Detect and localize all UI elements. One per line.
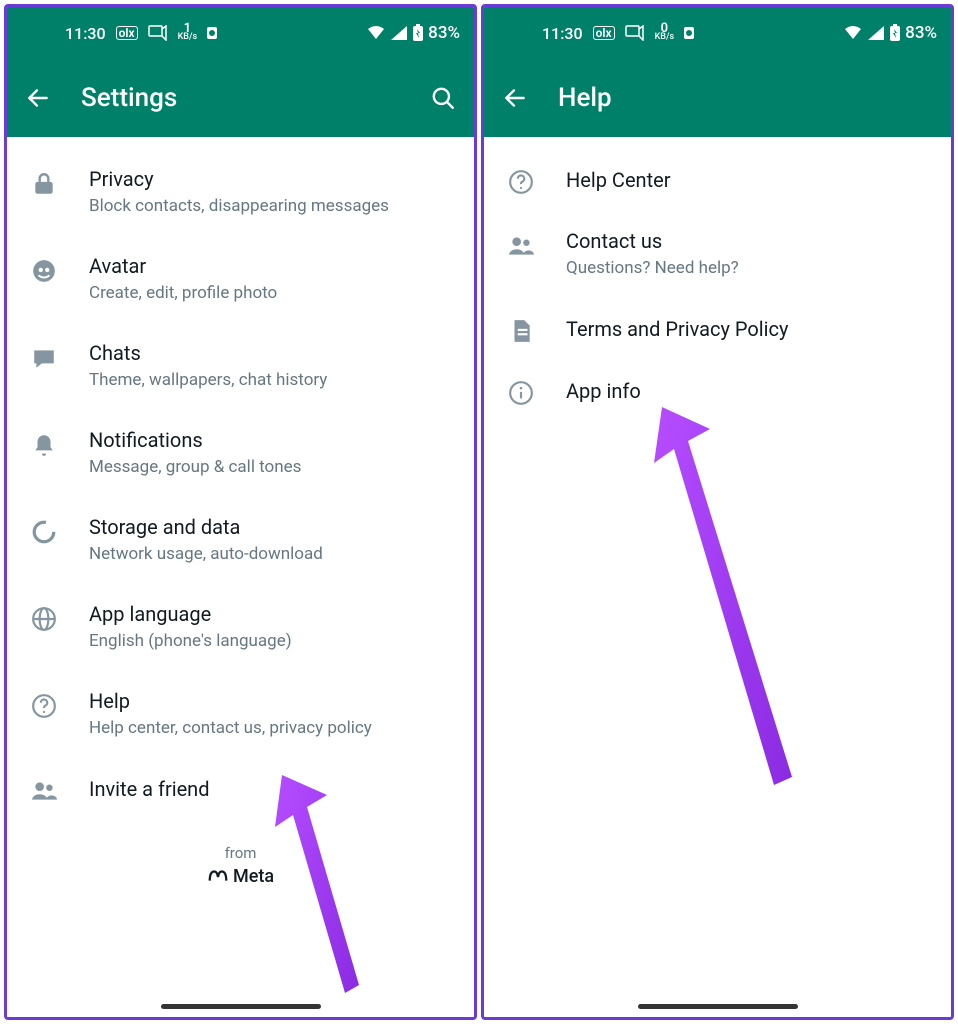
- signal-icon: [867, 25, 885, 41]
- nav-handle[interactable]: [638, 1004, 798, 1009]
- help-item-helpcenter[interactable]: Help Center: [484, 149, 951, 211]
- mirror-icon: [625, 25, 645, 41]
- item-title: Storage and data: [89, 515, 454, 539]
- people-icon: [508, 233, 534, 259]
- item-title: App info: [566, 379, 931, 403]
- battery-icon: [889, 24, 901, 42]
- item-title: App language: [89, 602, 454, 626]
- item-sub: Theme, wallpapers, chat history: [89, 369, 454, 392]
- status-battery: 83%: [428, 23, 460, 43]
- item-sub: English (phone's language): [89, 630, 454, 653]
- data-icon: [31, 519, 57, 545]
- wifi-icon: [366, 25, 386, 41]
- item-title: Contact us: [566, 229, 931, 253]
- help-item-terms[interactable]: Terms and Privacy Policy: [484, 298, 951, 360]
- status-kb: 0 KB/s: [655, 24, 675, 42]
- settings-item-notifications[interactable]: Notifications Message, group & call tone…: [7, 410, 474, 497]
- page-title: Help: [558, 83, 612, 113]
- status-battery: 83%: [905, 23, 937, 43]
- help-list: Help Center Contact us Questions? Need h…: [484, 137, 951, 1017]
- status-bar: 11:30 olx 0 KB/s 83%: [484, 7, 951, 59]
- help-item-appinfo[interactable]: App info: [484, 360, 951, 422]
- meta-branding: Meta: [207, 866, 274, 888]
- status-time: 11:30: [542, 24, 583, 43]
- item-title: Privacy: [89, 167, 454, 191]
- settings-item-avatar[interactable]: Avatar Create, edit, profile photo: [7, 236, 474, 323]
- status-bar: 11:30 olx 1 KB/s 83%: [7, 7, 474, 59]
- item-sub: Message, group & call tones: [89, 456, 454, 479]
- signal-icon: [390, 25, 408, 41]
- phone-help: 11:30 olx 0 KB/s 83%: [481, 4, 954, 1020]
- footer-from: from: [7, 844, 474, 862]
- item-title: Chats: [89, 341, 454, 365]
- doc-icon: [508, 318, 534, 344]
- item-sub: Network usage, auto-download: [89, 543, 454, 566]
- lock-icon: [31, 171, 57, 197]
- appbar-settings: Settings: [7, 59, 474, 137]
- item-sub: Help center, contact us, privacy policy: [89, 717, 454, 740]
- settings-item-privacy[interactable]: Privacy Block contacts, disappearing mes…: [7, 149, 474, 236]
- rec-icon: [684, 27, 702, 39]
- appbar-help: Help: [484, 59, 951, 137]
- settings-item-help[interactable]: Help Help center, contact us, privacy po…: [7, 671, 474, 758]
- item-title: Invite a friend: [89, 777, 454, 801]
- item-sub: Block contacts, disappearing messages: [89, 195, 454, 218]
- status-olx: olx: [116, 26, 138, 40]
- settings-list: Privacy Block contacts, disappearing mes…: [7, 137, 474, 1017]
- avatar-icon: [31, 258, 57, 284]
- settings-item-invite[interactable]: Invite a friend: [7, 758, 474, 820]
- globe-icon: [31, 606, 57, 632]
- item-title: Help Center: [566, 168, 931, 192]
- rec-icon: [207, 27, 225, 39]
- status-kb: 1 KB/s: [178, 24, 198, 42]
- search-icon[interactable]: [430, 85, 456, 111]
- wifi-icon: [843, 25, 863, 41]
- help-item-contact[interactable]: Contact us Questions? Need help?: [484, 211, 951, 298]
- phone-settings: 11:30 olx 1 KB/s 83%: [4, 4, 477, 1020]
- footer: from Meta: [7, 844, 474, 932]
- status-time: 11:30: [65, 24, 106, 43]
- status-olx: olx: [593, 26, 615, 40]
- item-title: Terms and Privacy Policy: [566, 317, 931, 341]
- settings-item-language[interactable]: App language English (phone's language): [7, 584, 474, 671]
- mirror-icon: [148, 25, 168, 41]
- bell-icon: [31, 432, 57, 458]
- item-sub: Create, edit, profile photo: [89, 282, 454, 305]
- info-icon: [508, 380, 534, 406]
- item-title: Avatar: [89, 254, 454, 278]
- chat-icon: [31, 345, 57, 371]
- help-icon: [508, 169, 534, 195]
- people-icon: [31, 778, 57, 804]
- item-title: Notifications: [89, 428, 454, 452]
- back-icon[interactable]: [25, 85, 51, 111]
- nav-handle[interactable]: [161, 1004, 321, 1009]
- item-sub: Questions? Need help?: [566, 257, 931, 280]
- settings-item-storage[interactable]: Storage and data Network usage, auto-dow…: [7, 497, 474, 584]
- battery-icon: [412, 24, 424, 42]
- page-title: Settings: [81, 83, 177, 113]
- settings-item-chats[interactable]: Chats Theme, wallpapers, chat history: [7, 323, 474, 410]
- back-icon[interactable]: [502, 85, 528, 111]
- help-icon: [31, 693, 57, 719]
- item-title: Help: [89, 689, 454, 713]
